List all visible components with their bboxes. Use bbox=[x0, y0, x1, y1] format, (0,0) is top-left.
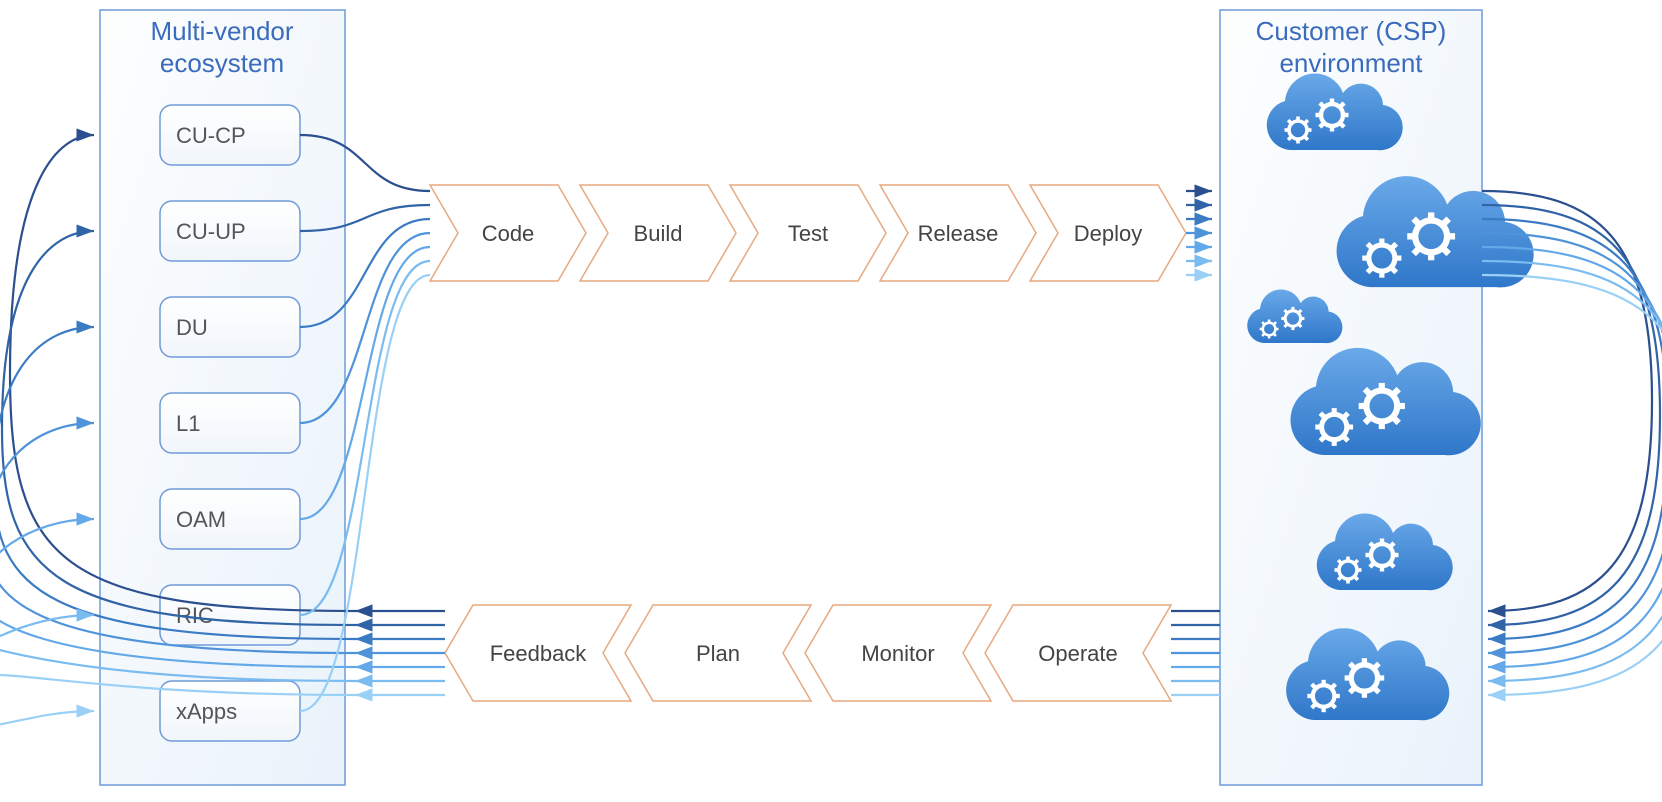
pipeline-stage-operate: Operate bbox=[985, 605, 1171, 701]
vendor-box-label: OAM bbox=[176, 507, 226, 532]
pipeline-stage-operate-label: Operate bbox=[1038, 641, 1118, 666]
flow-loop-right bbox=[1482, 275, 1662, 695]
pipeline-stage-release-label: Release bbox=[918, 221, 999, 246]
pipeline-stage-test: Test bbox=[730, 185, 886, 281]
vendor-box-label: CU-CP bbox=[176, 123, 246, 148]
vendor-box: L1 bbox=[160, 393, 300, 453]
flow-loop-right bbox=[1482, 247, 1662, 667]
vendor-box-label: xApps bbox=[176, 699, 237, 724]
pipeline-stage-plan-label: Plan bbox=[696, 641, 740, 666]
vendor-box: CU-CP bbox=[160, 105, 300, 165]
vendor-box-label: DU bbox=[176, 315, 208, 340]
left-panel-title-1: Multi-vendor bbox=[150, 16, 293, 46]
pipeline-stage-plan: Plan bbox=[625, 605, 811, 701]
pipeline-stage-feedback-label: Feedback bbox=[490, 641, 588, 666]
pipeline-stage-code: Code bbox=[430, 185, 586, 281]
pipeline-stage-monitor-label: Monitor bbox=[861, 641, 934, 666]
right-panel-title-2: environment bbox=[1279, 48, 1423, 78]
vendor-box-label: CU-UP bbox=[176, 219, 246, 244]
right-panel: Customer (CSP) environment bbox=[1220, 10, 1534, 785]
pipeline-stage-monitor: Monitor bbox=[805, 605, 991, 701]
pipeline-stage-build-label: Build bbox=[634, 221, 683, 246]
pipeline-stage-build: Build bbox=[580, 185, 736, 281]
vendor-box-label: L1 bbox=[176, 411, 200, 436]
pipeline-stage-code-label: Code bbox=[482, 221, 535, 246]
pipeline-stage-deploy-label: Deploy bbox=[1074, 221, 1142, 246]
left-panel-title-2: ecosystem bbox=[160, 48, 284, 78]
right-panel-title-1: Customer (CSP) bbox=[1256, 16, 1447, 46]
pipeline-stage-feedback: Feedback bbox=[445, 605, 631, 701]
pipeline-stage-release: Release bbox=[880, 185, 1036, 281]
pipeline-stage-deploy: Deploy bbox=[1030, 185, 1186, 281]
vendor-box: OAM bbox=[160, 489, 300, 549]
vendor-box: CU-UP bbox=[160, 201, 300, 261]
flow-loop-right bbox=[1482, 261, 1662, 681]
vendor-box: DU bbox=[160, 297, 300, 357]
pipeline-stage-test-label: Test bbox=[788, 221, 828, 246]
